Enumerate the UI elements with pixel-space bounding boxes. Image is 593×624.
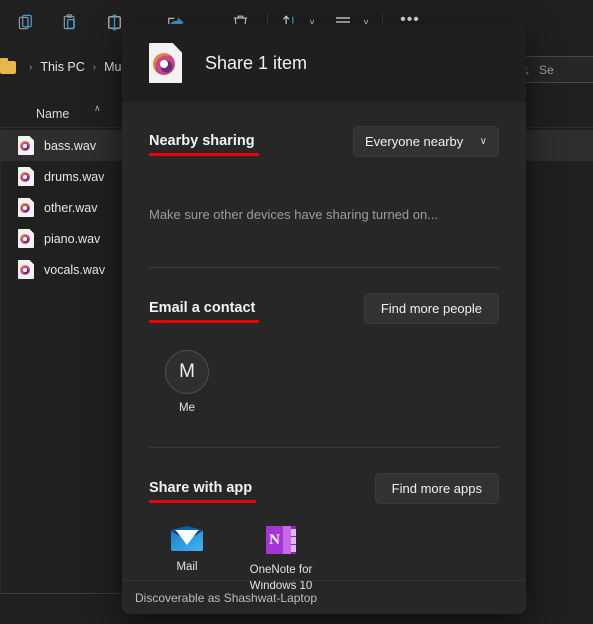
section-divider-2 — [149, 447, 499, 448]
audio-file-icon — [18, 198, 34, 217]
file-name: bass.wav — [44, 138, 97, 153]
paste-icon — [63, 13, 75, 29]
find-more-people-button[interactable]: Find more people — [363, 293, 499, 324]
share-with-app-section-header: Share with app Find more apps — [149, 473, 499, 504]
rename-icon — [107, 14, 121, 30]
share-dialog-header: Share 1 item — [122, 24, 526, 102]
app-name: Mail — [176, 561, 198, 573]
breadcrumb-item-this-pc[interactable]: This PC — [40, 60, 84, 74]
column-header-name[interactable]: Name — [36, 107, 69, 121]
contact-item-me[interactable]: M Me — [149, 350, 225, 414]
email-contact-section-header: Email a contact Find more people — [149, 293, 499, 324]
file-name: vocals.wav — [44, 262, 106, 277]
chevron-down-icon: ∨ — [479, 136, 487, 147]
breadcrumb-separator-1: › — [92, 61, 97, 73]
share-dialog-title: Share 1 item — [205, 52, 308, 73]
copy-button[interactable] — [6, 6, 46, 38]
find-more-apps-button[interactable]: Find more apps — [374, 473, 499, 504]
audio-file-icon — [18, 136, 34, 155]
share-dialog: Share 1 item Nearby sharing Everyone nea… — [122, 24, 526, 614]
nearby-sharing-title: Nearby sharing — [149, 132, 259, 156]
share-with-app-title: Share with app — [149, 479, 257, 503]
breadcrumb-separator-0: › — [29, 61, 33, 73]
audio-file-icon — [18, 167, 34, 186]
paste-button[interactable] — [50, 6, 90, 38]
search-placeholder: Se — [539, 62, 554, 77]
section-divider-1 — [149, 267, 499, 268]
audio-file-icon — [149, 43, 182, 83]
audio-file-icon — [18, 229, 34, 248]
nearby-sharing-section-header: Nearby sharing Everyone nearby ∨ — [149, 126, 499, 157]
folder-icon — [0, 57, 16, 74]
discoverable-text: Discoverable as Shashwat-Laptop — [135, 590, 318, 605]
file-name: drums.wav — [44, 169, 105, 184]
email-contact-title: Email a contact — [149, 299, 260, 323]
share-dialog-body: Nearby sharing Everyone nearby ∨ Make su… — [122, 126, 526, 594]
mail-icon — [171, 526, 203, 551]
file-name: piano.wav — [44, 231, 101, 246]
screen: ∨ ∨ ••• › This PC › Music Se Name ∧ bass… — [0, 0, 593, 624]
nearby-sharing-dropdown-value: Everyone nearby — [365, 134, 464, 149]
sort-ascending-icon: ∧ — [94, 103, 101, 113]
status-divider — [0, 593, 120, 594]
nearby-sharing-hint: Make sure other devices have sharing tur… — [149, 207, 439, 222]
avatar: M — [165, 350, 209, 394]
share-dialog-footer: Discoverable as Shashwat-Laptop — [122, 580, 526, 614]
onenote-icon: N — [266, 526, 296, 554]
contact-list: M Me — [149, 350, 499, 414]
contact-name: Me — [179, 402, 195, 414]
file-name: other.wav — [44, 200, 98, 215]
copy-icon — [18, 14, 32, 29]
nearby-sharing-dropdown[interactable]: Everyone nearby ∨ — [353, 126, 499, 157]
audio-file-icon — [18, 260, 34, 279]
